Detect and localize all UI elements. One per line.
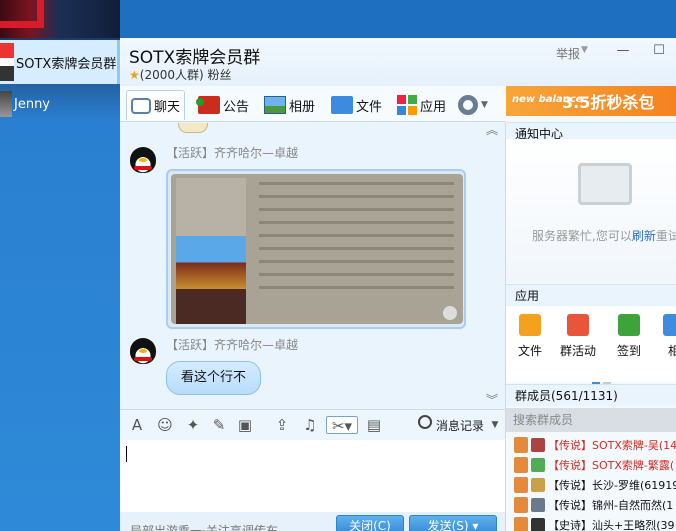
session-item-jenny[interactable]: Jenny [0, 84, 120, 124]
chevron-down-icon: ▼ [481, 100, 488, 110]
maximize-button[interactable]: ☐ [652, 44, 666, 58]
tab-files[interactable]: 文件 [331, 90, 382, 120]
group-avatar [0, 43, 14, 81]
session-list: SOTX索牌会员群 Jenny [0, 0, 120, 531]
window-header: SOTX索牌会员群 ★(2000人群) 粉丝 举报 ▼ — ☐ [120, 38, 676, 86]
session-item-sotx[interactable]: SOTX索牌会员群 [0, 40, 120, 84]
tab-album[interactable]: 相册 [264, 90, 315, 120]
input-toolbar: A ☺ ✦ ✎ ▣ ⇪ ♫ ✂▾ ▤ 消息记录 ▼ [120, 409, 506, 439]
message-input[interactable] [120, 440, 506, 512]
member-row[interactable]: 【传说】SOTX索牌-繁露( [506, 455, 676, 475]
right-panel: new balance 3.5折秒杀包 通知中心 服务器繁忙,您可以刷新重试 应… [506, 86, 676, 531]
footer-tip: 局部出游乘一·关注高调传布 [130, 524, 278, 531]
album-icon [264, 96, 286, 114]
ad-banner[interactable]: new balance 3.5折秒杀包 [506, 86, 676, 116]
app-album[interactable]: 相 [654, 314, 676, 359]
member-row[interactable]: 【传说】锦州-自然而然(1 [506, 495, 676, 515]
scroll-down-icon[interactable]: ︾ [486, 391, 498, 408]
group-title: SOTX索牌会员群 [129, 48, 261, 68]
footer-bar: 局部出游乘一·关注高调传布 关闭(C) 发送(S) ▾ [120, 512, 506, 531]
announcement-icon [196, 96, 220, 114]
emoji-message-partial [178, 123, 208, 133]
sender-name: 【活跃】齐齐哈尔—卓越 [166, 146, 299, 160]
flag-icon [567, 314, 589, 336]
refresh-link[interactable]: 刷新 [632, 229, 656, 243]
settings-button[interactable]: ▼ [458, 90, 488, 120]
font-icon[interactable]: A [128, 416, 146, 434]
ad-text: 3.5折秒杀包 [562, 93, 655, 112]
report-button[interactable]: 举报 [556, 45, 580, 62]
sender-avatar[interactable] [130, 147, 158, 175]
member-row[interactable]: 【传说】SOTX索牌-吴(143 [506, 435, 676, 455]
clock-icon [418, 415, 432, 429]
send-button[interactable]: 发送(S) ▾ [409, 515, 497, 531]
user-avatar [0, 91, 12, 117]
chevron-down-icon[interactable]: ▼ [486, 416, 504, 434]
magic-icon[interactable]: ✦ [184, 416, 202, 434]
apps-header: 应用 [506, 284, 676, 306]
chat-window: SOTX索牌会员群 ★(2000人群) 粉丝 举报 ▼ — ☐ 聊天 公告 相册… [120, 38, 676, 531]
tab-chat[interactable]: 聊天 [126, 90, 186, 120]
folder-icon [519, 314, 541, 336]
tab-apps[interactable]: 应用 [397, 90, 446, 120]
gear-icon [458, 95, 478, 115]
image-icon[interactable]: ▣ [236, 416, 254, 434]
app-checkin[interactable]: 签到 [609, 314, 649, 359]
minimize-button[interactable]: — [616, 44, 630, 58]
music-icon[interactable]: ♫ [301, 416, 319, 434]
penguin-icon [130, 338, 156, 364]
upload-icon[interactable]: ⇪ [273, 416, 291, 434]
scroll-up-icon[interactable]: ︽ [486, 123, 498, 138]
member-row[interactable]: 【史诗】汕头+王略烈(39 [506, 515, 676, 531]
scissors-icon[interactable]: ✂▾ [326, 416, 358, 435]
image-placeholder-icon [578, 163, 632, 205]
page-dots[interactable] [592, 374, 612, 385]
image-message[interactable] [166, 169, 466, 329]
chat-image[interactable] [171, 174, 463, 324]
group-subtitle: ★(2000人群) 粉丝 [129, 68, 232, 82]
apps-icon [397, 95, 417, 115]
sender-name: 【活跃】齐齐哈尔—卓越 [166, 338, 299, 352]
chevron-down-icon[interactable]: ▼ [581, 45, 588, 55]
member-row[interactable]: 【传说】长沙-罗维(61919 [506, 475, 676, 495]
message-list[interactable]: ︽ 【活跃】齐齐哈尔—卓越 【活跃】齐齐哈尔—卓越 看这个行不 ︾ [120, 123, 506, 409]
app-group-activity[interactable]: 群活动 [558, 314, 598, 359]
tab-announcement[interactable]: 公告 [196, 90, 249, 120]
members-header: 群成员(561/1131) [506, 384, 676, 406]
notice-message: 服务器繁忙,您可以刷新重试 [532, 229, 676, 243]
checkmark-icon [618, 314, 640, 336]
session-name: SOTX索牌会员群 [16, 56, 117, 72]
history-button[interactable]: 消息记录 [436, 417, 484, 434]
screen-icon[interactable]: ▤ [365, 416, 383, 434]
apps-panel: 文件 群活动 签到 相 [506, 306, 676, 385]
app-files[interactable]: 文件 [510, 314, 550, 359]
sender-avatar[interactable] [130, 338, 158, 366]
tab-bar: 聊天 公告 相册 文件 应用 ▼ [120, 86, 506, 122]
penguin-icon [130, 147, 156, 173]
text-message: 看这个行不 [166, 361, 262, 395]
emoji-icon[interactable]: ☺ [156, 416, 174, 434]
zoom-icon[interactable] [443, 306, 457, 320]
background-decoration [0, 0, 120, 38]
edit-icon[interactable]: ✎ [210, 416, 228, 434]
star-icon: ★ [129, 68, 140, 82]
member-search-input[interactable]: 搜索群成员 [506, 408, 676, 432]
chat-icon [131, 97, 151, 114]
folder-icon [331, 96, 353, 114]
text-caret [126, 446, 127, 462]
session-name: Jenny [14, 96, 51, 112]
close-button[interactable]: 关闭(C) [336, 515, 404, 531]
album-icon [663, 314, 676, 336]
notice-panel: 服务器繁忙,您可以刷新重试 [506, 139, 676, 283]
